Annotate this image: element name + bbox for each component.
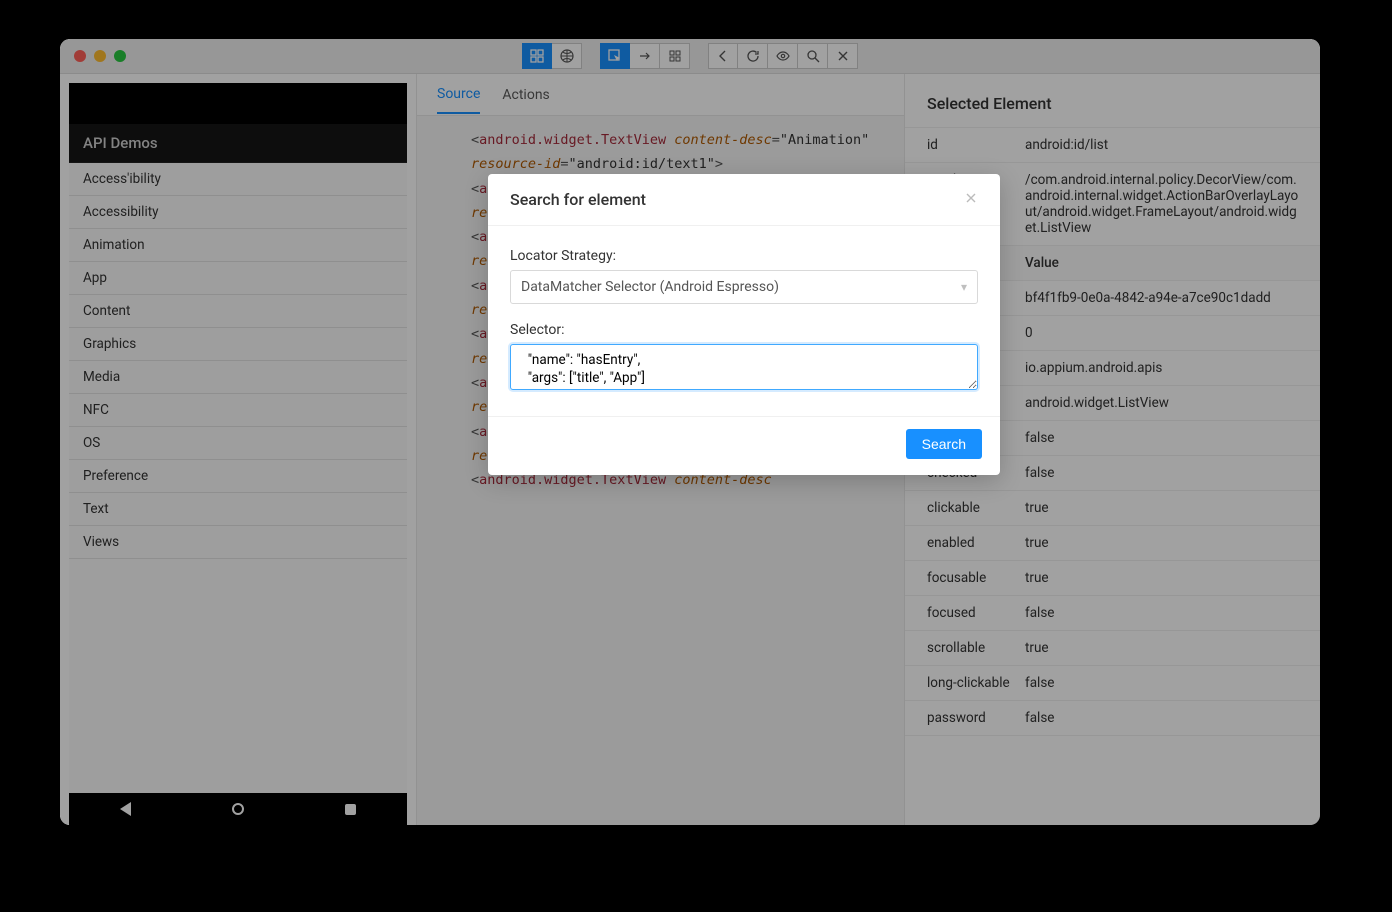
modal-header: Search for element bbox=[488, 174, 1000, 226]
locator-strategy-select[interactable]: DataMatcher Selector (Android Espresso) … bbox=[510, 270, 978, 304]
modal-title: Search for element bbox=[510, 190, 646, 209]
search-button[interactable]: Search bbox=[906, 429, 982, 459]
chevron-down-icon: ▾ bbox=[961, 280, 967, 294]
locator-strategy-label: Locator Strategy: bbox=[510, 248, 978, 264]
search-element-modal: Search for element Locator Strategy: Dat… bbox=[488, 174, 1000, 475]
locator-strategy-value: DataMatcher Selector (Android Espresso) bbox=[521, 279, 779, 295]
selector-input[interactable] bbox=[510, 344, 978, 390]
modal-close-button[interactable] bbox=[964, 190, 978, 209]
modal-footer: Search bbox=[488, 416, 1000, 475]
modal-body: Locator Strategy: DataMatcher Selector (… bbox=[488, 226, 1000, 416]
close-icon bbox=[964, 191, 978, 205]
app-window: API Demos Access'ibilityAccessibilityAni… bbox=[60, 39, 1320, 825]
selector-label: Selector: bbox=[510, 322, 978, 338]
